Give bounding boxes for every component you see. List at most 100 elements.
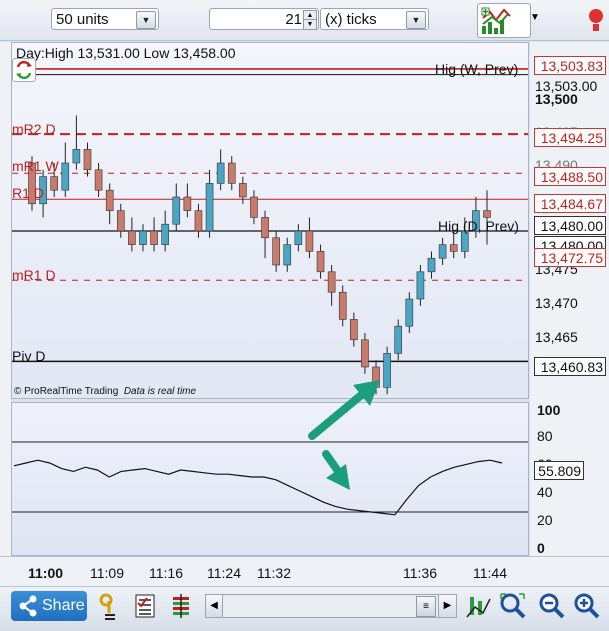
candle-body bbox=[316, 251, 325, 273]
level-price-weekly-high: 13,503.83 bbox=[534, 56, 606, 75]
zoom-area-button[interactable] bbox=[498, 591, 528, 621]
time-tick: 11:09 bbox=[90, 565, 124, 581]
share-icon bbox=[19, 595, 37, 617]
osc-axis-tick: 80 bbox=[537, 428, 553, 444]
candle-body bbox=[161, 223, 169, 245]
indicator-chart-icon bbox=[481, 7, 511, 34]
ticks-value: 21 bbox=[285, 11, 302, 28]
horizontal-scrollbar[interactable]: ◀ ≡ ▶ bbox=[205, 594, 457, 618]
candle-body bbox=[461, 230, 469, 252]
time-tick: 11:24 bbox=[207, 565, 241, 581]
chart-toolbar: 50 units ▼ 21 ▲ ▼ (x) ticks ▼ ▼ bbox=[0, 0, 609, 41]
fit-chart-button[interactable] bbox=[464, 591, 492, 621]
level-price-mr1-w: 13,488.50 bbox=[534, 167, 606, 186]
chevron-down-icon[interactable]: ▼ bbox=[530, 12, 540, 23]
candle-body bbox=[250, 196, 258, 218]
candle-body bbox=[128, 230, 136, 245]
level-label-mr2-d: mR2 D bbox=[12, 121, 56, 137]
candle-body bbox=[350, 319, 358, 341]
checklist-icon bbox=[135, 594, 155, 618]
level-label-mr1-w: mR1 W bbox=[12, 158, 59, 174]
level-price-daily-high: 13,480.00 bbox=[534, 216, 606, 235]
osc-axis-tick: 40 bbox=[537, 484, 553, 500]
candle-body bbox=[427, 257, 436, 273]
level-price-piv-d: 13,460.83 bbox=[534, 357, 606, 376]
ticks-stepper[interactable]: 21 ▲ ▼ bbox=[209, 8, 319, 30]
level-price-mr1-d: 13,472.75 bbox=[534, 248, 606, 267]
oscillator-panel[interactable] bbox=[11, 402, 529, 556]
candle-body bbox=[150, 230, 158, 245]
candle-body bbox=[116, 210, 125, 232]
decrement-icon[interactable]: ▼ bbox=[303, 19, 317, 30]
time-tick: 11:16 bbox=[149, 565, 183, 581]
time-tick: 11:44 bbox=[473, 565, 507, 581]
scrollbar-thumb[interactable]: ≡ bbox=[416, 596, 436, 617]
scroll-right-icon[interactable]: ▶ bbox=[438, 595, 456, 617]
candle-body bbox=[283, 244, 292, 266]
share-button[interactable]: Share bbox=[11, 591, 87, 621]
checklist-button[interactable] bbox=[133, 591, 157, 621]
level-label-r1-d: R1 D bbox=[12, 185, 44, 201]
units-value: 50 units bbox=[56, 11, 109, 28]
order-book-icon bbox=[173, 594, 189, 618]
candle-body bbox=[216, 162, 225, 184]
candle-body bbox=[438, 244, 447, 259]
axis-tick: 13,465 bbox=[535, 329, 578, 345]
candle-body bbox=[72, 149, 81, 164]
level-label-piv-d: Piv D bbox=[12, 348, 46, 364]
candle-body bbox=[272, 237, 280, 266]
day-high-low-info: Day:High 13,531.00 Low 13,458.00 bbox=[16, 45, 236, 61]
candle-body bbox=[361, 339, 369, 368]
candle-body bbox=[83, 149, 92, 171]
level-price-mr2-d: 13,494.25 bbox=[534, 128, 606, 147]
fit-chart-icon bbox=[466, 597, 491, 618]
swap-icon[interactable] bbox=[12, 58, 36, 82]
candle-body bbox=[205, 183, 214, 232]
chevron-down-icon[interactable]: ▼ bbox=[136, 11, 156, 29]
tick-unit-value: (x) ticks bbox=[325, 11, 377, 28]
candle-body bbox=[94, 169, 103, 191]
copyright-note: © ProRealTime Trading Data is real time bbox=[14, 386, 196, 397]
oscillator-line bbox=[13, 459, 503, 516]
candle-body bbox=[139, 230, 147, 245]
candle-body bbox=[305, 230, 314, 252]
arrow-up-icon bbox=[308, 388, 369, 440]
time-axis[interactable]: 11:00 11:09 11:16 11:24 11:32 11:36 11:4… bbox=[0, 556, 609, 587]
candle-body bbox=[394, 325, 403, 354]
candle-body bbox=[483, 210, 491, 218]
order-book-button[interactable] bbox=[169, 591, 195, 621]
candle-body bbox=[338, 291, 347, 320]
osc-axis-tick: 20 bbox=[537, 512, 553, 528]
candle-body bbox=[327, 271, 336, 293]
zoom-in-button[interactable] bbox=[572, 591, 602, 621]
realtime-text: Data is real time bbox=[123, 386, 197, 397]
share-label: Share bbox=[42, 597, 85, 614]
level-price-r1-d: 13,484.67 bbox=[534, 194, 606, 213]
candle-body bbox=[261, 217, 269, 239]
time-tick: 11:36 bbox=[403, 565, 437, 581]
annotation-arrows bbox=[308, 380, 380, 490]
level-label-weekly-high: Hig (W, Prev) bbox=[435, 61, 519, 77]
candle-body bbox=[50, 176, 58, 191]
candle-body bbox=[194, 210, 203, 232]
candle-body bbox=[239, 183, 247, 198]
zoom-out-button[interactable] bbox=[537, 591, 565, 621]
alert-icon[interactable] bbox=[583, 6, 609, 31]
copyright-text: © ProRealTime Trading bbox=[14, 386, 119, 397]
osc-axis-tick: 0 bbox=[537, 540, 545, 556]
units-combo[interactable]: 50 units ▼ bbox=[51, 8, 159, 30]
time-tick: 11:00 bbox=[28, 565, 64, 581]
tick-unit-combo[interactable]: (x) ticks ▼ bbox=[320, 8, 429, 30]
candle-body bbox=[183, 196, 192, 211]
candle-body bbox=[105, 189, 114, 211]
candle-body bbox=[405, 298, 414, 327]
magnet-tool-button[interactable] bbox=[97, 591, 123, 621]
level-label-daily-high: Hig (D, Prev) bbox=[438, 218, 519, 234]
oscillator-current-value: 55.809 bbox=[534, 461, 584, 480]
zoom-in-icon bbox=[574, 593, 600, 619]
zoom-out-icon bbox=[539, 593, 565, 619]
candle-body bbox=[172, 196, 181, 225]
scroll-left-icon[interactable]: ◀ bbox=[206, 595, 223, 617]
add-indicator-button[interactable] bbox=[477, 3, 531, 38]
chevron-down-icon[interactable]: ▼ bbox=[406, 11, 426, 29]
